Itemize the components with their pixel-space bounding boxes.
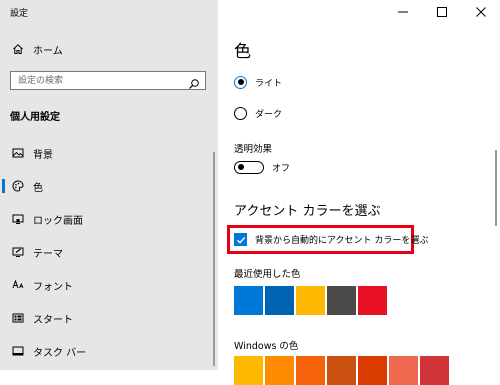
transparency-toggle-row[interactable]: オフ [234,161,290,174]
color-swatch[interactable] [358,356,387,385]
radio-light-mode[interactable]: ライト [234,74,282,90]
nav-item-label: フォント [33,281,73,293]
window-controls [383,0,500,22]
color-swatch[interactable] [296,286,325,315]
color-swatch[interactable] [296,356,325,385]
nav-home-label: ホーム [33,45,63,57]
nav-item-colors[interactable]: 色 [0,172,218,200]
recent-colors-label: 最近使用した色 [234,269,301,280]
color-swatch[interactable] [389,356,418,385]
transparency-label: 透明効果 [234,144,273,155]
selection-indicator [2,179,5,193]
nav-item-fonts[interactable]: フォント [0,271,218,299]
windows-colors-swatches [234,356,451,385]
nav-group-heading: 個人用設定 [10,112,60,123]
maximize-button[interactable] [422,0,461,22]
nav-home[interactable]: ホーム [0,35,218,63]
start-icon [12,312,24,324]
palette-icon [12,180,24,192]
nav-item-label: スタート [33,314,73,326]
nav-item-label: 背景 [33,149,53,161]
windows-colors-label: Windows の色 [234,341,299,352]
radio-label: ライト [255,78,283,89]
radio-label: ダーク [255,109,283,120]
nav-item-label: 色 [33,182,43,194]
font-icon [12,279,24,291]
nav-item-taskbar[interactable]: タスク バー [0,337,218,365]
minimize-button[interactable] [383,0,422,22]
nav-scrollbar[interactable] [213,152,215,366]
home-icon [12,43,24,55]
radio-dark-mode[interactable]: ダーク [234,105,282,121]
color-swatch[interactable] [265,286,294,315]
maximize-icon [436,2,447,21]
close-icon [475,2,486,21]
content-pane: 色 ライト ダーク 透明効果 オフ アクセント カラーを選ぶ 背景から自動的にア… [218,0,500,385]
nav-item-start[interactable]: スタート [0,304,218,332]
nav-item-background[interactable]: 背景 [0,139,218,167]
brush-icon [12,246,24,258]
radio-button-checked[interactable] [234,75,247,89]
color-swatch[interactable] [265,356,294,385]
auto-accent-label: 背景から自動的にアクセント カラーを選ぶ [255,236,429,246]
accent-color-heading: アクセント カラーを選ぶ [234,204,381,219]
color-swatch[interactable] [234,356,263,385]
picture-icon [12,147,24,159]
toggle-state-label: オフ [272,164,291,174]
minimize-icon [397,2,408,21]
nav-item-lock-screen[interactable]: ロック画面 [0,205,218,233]
nav-item-themes[interactable]: テーマ [0,238,218,266]
search-icon[interactable] [188,75,200,89]
auto-accent-checkbox[interactable] [234,233,247,246]
nav-item-label: テーマ [33,248,63,260]
color-swatch[interactable] [327,356,356,385]
navigation-pane: 設定 ホーム 個人用設定 背景 色 ロック画面 テー [0,0,218,370]
search-input[interactable] [18,73,178,88]
nav-item-label: ロック画面 [33,215,83,227]
recent-colors-swatches [234,286,389,315]
content-scrollbar[interactable] [495,150,497,226]
checkmark-icon [236,236,245,244]
auto-accent-option[interactable]: 背景から自動的にアクセント カラーを選ぶ [234,233,428,246]
close-button[interactable] [461,0,500,22]
lock-screen-icon [12,213,24,225]
search-box[interactable] [10,71,206,90]
transparency-toggle[interactable] [234,161,264,174]
color-swatch[interactable] [234,286,263,315]
color-swatch[interactable] [327,286,356,315]
nav-item-label: タスク バー [33,347,87,359]
color-swatch[interactable] [420,356,449,385]
window-title: 設定 [10,9,29,19]
color-swatch[interactable] [358,286,387,315]
taskbar-icon [12,345,24,357]
page-title: 色 [234,42,251,62]
radio-button[interactable] [234,106,247,120]
